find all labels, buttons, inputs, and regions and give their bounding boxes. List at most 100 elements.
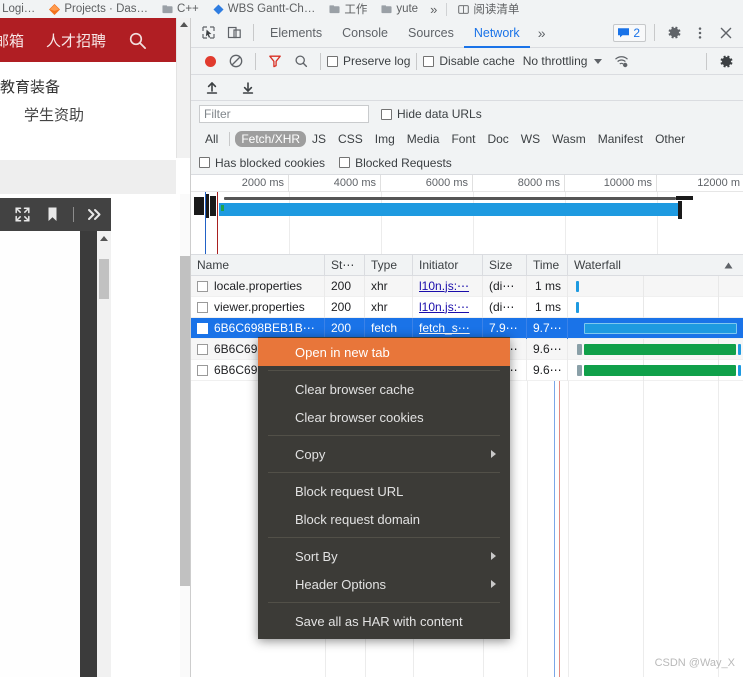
type-filter-media[interactable]: Media (401, 131, 446, 147)
blocked-requests-checkbox[interactable]: Blocked Requests (339, 156, 452, 170)
context-menu-item-block-request-domain[interactable]: Block request domain (258, 505, 510, 533)
devtools-main-menu-button[interactable] (687, 20, 713, 46)
bookmark-item[interactable]: WBS Gantt-Ch… (206, 3, 323, 15)
type-filter-js[interactable]: JS (306, 131, 332, 147)
row-checkbox[interactable] (197, 301, 208, 313)
issues-badge[interactable]: 2 (613, 23, 646, 42)
scroll-up-arrow-icon[interactable] (180, 22, 188, 27)
blocked-requests-checkbox-box[interactable] (339, 157, 351, 168)
row-size: 7.9⋯ (483, 317, 527, 339)
row-initiator[interactable]: fetch_s⋯ (419, 321, 470, 335)
site-nav-link-mail[interactable]: 邮箱 (0, 30, 24, 51)
reading-list-button[interactable]: 阅读清单 (451, 1, 526, 17)
context-menu-item-clear-browser-cache[interactable]: Clear browser cache (258, 375, 510, 403)
device-toolbar-toggle-button[interactable] (221, 20, 247, 46)
type-filter-font[interactable]: Font (445, 131, 481, 147)
row-initiator[interactable]: l10n.js:⋯ (419, 300, 469, 314)
column-header-status[interactable]: St⋯ (325, 254, 365, 276)
context-menu-item-open-in-new-tab[interactable]: Open in new tab (258, 338, 510, 366)
import-har-button[interactable] (199, 75, 225, 101)
column-header-initiator[interactable]: Initiator (413, 254, 483, 276)
type-filter-ws[interactable]: WS (515, 131, 546, 147)
type-filter-doc[interactable]: Doc (481, 131, 514, 147)
context-menu-item-block-request-url[interactable]: Block request URL (258, 477, 510, 505)
pdf-more-tools-button[interactable] (83, 203, 107, 227)
bookmark-label: yute (396, 3, 419, 15)
column-header-waterfall[interactable]: Waterfall (574, 255, 621, 276)
search-requests-button[interactable] (288, 48, 314, 74)
row-checkbox[interactable] (197, 364, 208, 376)
search-icon[interactable] (128, 31, 147, 50)
submenu-arrow-icon (491, 450, 496, 458)
clear-requests-button[interactable] (223, 48, 249, 74)
sort-ascending-triangle-icon[interactable] (724, 255, 733, 276)
has-blocked-cookies-checkbox-box[interactable] (199, 157, 210, 168)
record-button[interactable] (197, 48, 223, 74)
bookmark-label: 工作 (344, 4, 368, 16)
devtools-settings-button[interactable] (661, 20, 687, 46)
network-overview-timeline[interactable]: 2000 ms 4000 ms 6000 ms 8000 ms 10000 ms… (191, 175, 743, 255)
column-header-time[interactable]: Time (527, 254, 568, 276)
throttling-selected-value[interactable]: No throttling (523, 54, 588, 68)
tab-elements[interactable]: Elements (260, 18, 332, 48)
table-row[interactable]: locale.properties 200 xhr l10n.js:⋯ (di⋯… (191, 275, 743, 297)
bookmark-item[interactable]: C++ (155, 3, 206, 15)
page-outer-scrollbar-thumb[interactable] (180, 256, 190, 586)
pdf-scrollbar[interactable] (97, 231, 111, 677)
network-conditions-button[interactable] (608, 48, 634, 74)
row-checkbox[interactable] (197, 343, 208, 355)
chevron-down-icon[interactable] (594, 58, 603, 64)
column-header-type[interactable]: Type (365, 254, 413, 276)
tab-network[interactable]: Network (464, 18, 530, 48)
preserve-log-checkbox[interactable]: Preserve log (327, 54, 410, 68)
row-checkbox[interactable] (197, 280, 208, 292)
inspect-element-button[interactable] (195, 20, 221, 46)
table-row[interactable]: 6B6C698BEB1B⋯ 200 fetch fetch_s⋯ 7.9⋯ 9.… (191, 317, 743, 339)
context-menu-item-header-options[interactable]: Header Options (258, 570, 510, 598)
hide-data-urls-checkbox-box[interactable] (381, 108, 392, 120)
type-filter-all[interactable]: All (199, 131, 224, 147)
row-checkbox[interactable] (197, 322, 208, 334)
bookmark-item[interactable]: 工作 (322, 1, 374, 17)
disable-cache-checkbox-box[interactable] (423, 55, 435, 67)
bookmark-item[interactable]: yute (374, 3, 425, 15)
context-menu-item-copy-label: Copy (295, 446, 326, 462)
context-menu-item-copy[interactable]: Copy (258, 440, 510, 468)
bookmark-item[interactable]: Projects · Das… (42, 3, 155, 15)
site-heading-student-aid: 学生资助 (24, 107, 85, 124)
context-menu-item-sort-by[interactable]: Sort By (258, 542, 510, 570)
table-row[interactable]: viewer.properties 200 xhr l10n.js:⋯ (di⋯… (191, 296, 743, 318)
page-outer-scrollbar[interactable] (180, 194, 190, 677)
pdf-scroll-up-arrow-icon[interactable] (100, 236, 108, 241)
export-har-button[interactable] (235, 75, 261, 101)
pdf-fullscreen-button[interactable] (10, 203, 34, 227)
bookmark-item[interactable]: iversat Logi… (0, 3, 42, 15)
type-filter-wasm[interactable]: Wasm (546, 131, 592, 147)
filter-input[interactable] (199, 105, 369, 123)
tab-sources[interactable]: Sources (398, 18, 464, 48)
type-filter-other[interactable]: Other (649, 131, 691, 147)
row-initiator[interactable]: l10n.js:⋯ (419, 279, 469, 293)
type-filter-fetch-xhr[interactable]: Fetch/XHR (235, 131, 307, 147)
column-header-size[interactable]: Size (483, 254, 527, 276)
hide-data-urls-checkbox[interactable]: Hide data URLs (381, 107, 482, 121)
tab-console[interactable]: Console (332, 18, 398, 48)
type-filter-manifest[interactable]: Manifest (592, 131, 649, 147)
pdf-bookmark-button[interactable] (40, 203, 64, 227)
toggle-filter-button[interactable] (262, 48, 288, 74)
pdf-scrollbar-thumb[interactable] (99, 259, 109, 299)
context-menu-item-clear-browser-cookies[interactable]: Clear browser cookies (258, 403, 510, 431)
preserve-log-checkbox-box[interactable] (327, 55, 338, 67)
bookmarks-overflow-button[interactable]: » (425, 2, 442, 17)
has-blocked-cookies-checkbox[interactable]: Has blocked cookies (199, 156, 325, 170)
type-filter-css[interactable]: CSS (332, 131, 369, 147)
network-settings-button[interactable] (713, 48, 739, 74)
disable-cache-checkbox[interactable]: Disable cache (423, 54, 515, 68)
devtools-close-button[interactable] (713, 20, 739, 46)
type-filter-img[interactable]: Img (369, 131, 401, 147)
site-nav-link-careers[interactable]: 人才招聘 (46, 30, 106, 51)
context-menu-item-save-all-as-har[interactable]: Save all as HAR with content (258, 607, 510, 635)
column-header-name[interactable]: Name (191, 254, 325, 276)
page-scrollbar-top[interactable] (176, 18, 190, 158)
more-tabs-button[interactable]: » (530, 25, 554, 41)
